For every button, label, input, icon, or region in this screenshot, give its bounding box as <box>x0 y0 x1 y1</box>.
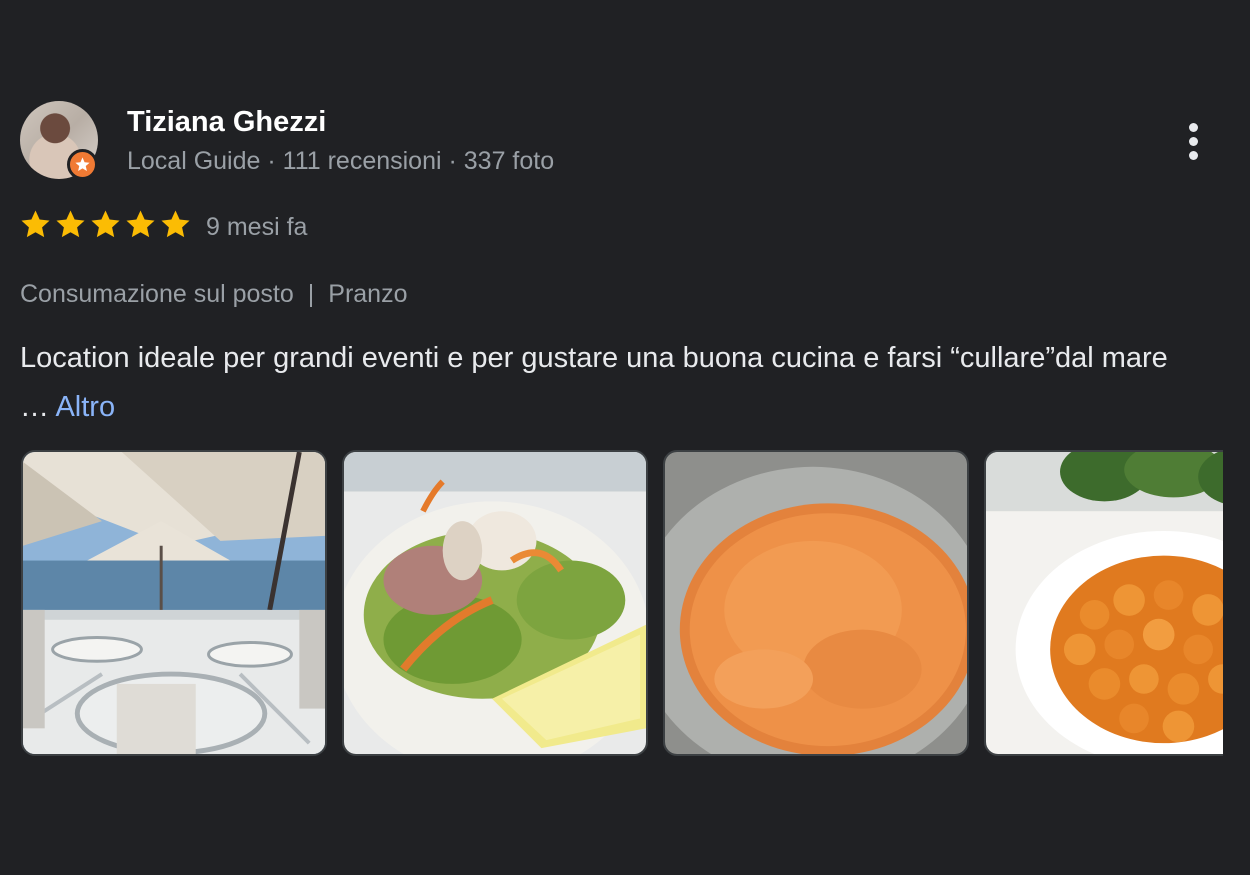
review-card: Tiziana Ghezzi Local Guide · 111 recensi… <box>0 0 1250 875</box>
review-tags: Consumazione sul posto | Pranzo <box>20 278 408 310</box>
photo-gnocchi[interactable] <box>984 450 1223 756</box>
star-rating <box>19 208 192 241</box>
tag-service: Consumazione sul posto <box>20 280 294 308</box>
avatar[interactable] <box>20 101 98 180</box>
star-icon <box>56 210 85 238</box>
more-link[interactable]: Altro <box>55 391 115 423</box>
more-vert-icon[interactable] <box>1176 118 1210 164</box>
reviewer-meta: Local Guide · 111 recensioni · 337 foto <box>127 147 555 175</box>
local-guide-badge-icon <box>67 149 98 180</box>
star-icon <box>21 210 50 238</box>
star-icon <box>161 210 190 238</box>
photo-risotto[interactable] <box>663 450 969 756</box>
review-time: 9 mesi fa <box>206 213 308 241</box>
photo-terrace[interactable] <box>21 450 327 756</box>
review-body: Location ideale per grandi eventi e per … <box>20 342 1168 423</box>
tag-separator: | <box>307 280 315 308</box>
menu-dot <box>1188 150 1198 160</box>
star-icon <box>126 210 155 238</box>
menu-dot <box>1188 136 1198 146</box>
menu-dot <box>1188 122 1198 132</box>
review-text: Location ideale per grandi eventi e per … <box>20 334 1170 432</box>
tag-meal: Pranzo <box>328 280 408 308</box>
reviewer-name[interactable]: Tiziana Ghezzi <box>127 104 326 140</box>
review-photos <box>20 450 1223 760</box>
star-icon <box>91 210 120 238</box>
photo-seafood-salad[interactable] <box>342 450 648 756</box>
